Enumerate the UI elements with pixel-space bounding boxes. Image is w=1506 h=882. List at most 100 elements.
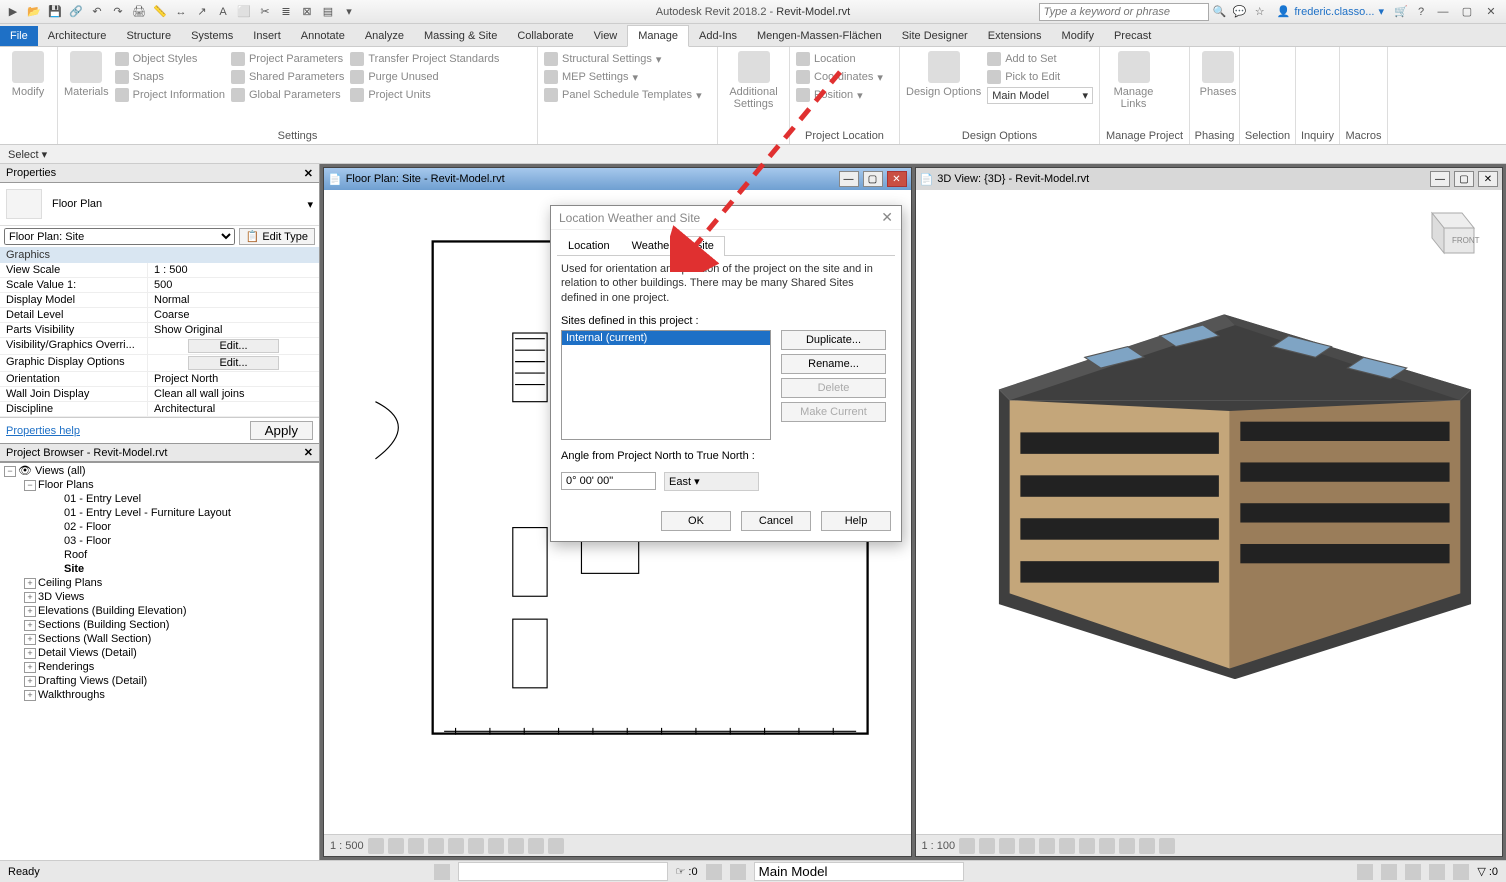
tab-weather[interactable]: Weather — [621, 236, 684, 255]
style-icon[interactable] — [408, 838, 424, 854]
cancel-button[interactable]: Cancel — [741, 511, 811, 531]
detail-icon[interactable] — [979, 838, 995, 854]
properties-close-icon[interactable]: ✕ — [304, 167, 313, 180]
view-item[interactable]: 03 - Floor — [0, 534, 319, 548]
scale-icon[interactable] — [959, 838, 975, 854]
qat-dropdown[interactable]: ▾ — [340, 3, 358, 21]
s-icon[interactable] — [1405, 864, 1421, 880]
tab-mengen[interactable]: Mengen-Massen-Flächen — [747, 26, 892, 46]
tab-sitedesigner[interactable]: Site Designer — [892, 26, 978, 46]
design-options-button[interactable]: Design Options — [906, 51, 981, 140]
transfer-standards[interactable]: Transfer Project Standards — [350, 51, 499, 67]
crop-visible-icon[interactable] — [488, 838, 504, 854]
view-minimize-button[interactable]: — — [839, 171, 859, 187]
tab-annotate[interactable]: Annotate — [291, 26, 355, 46]
expand-icon[interactable]: + — [24, 690, 36, 701]
modify-button[interactable]: Modify — [6, 51, 50, 140]
favorite-icon[interactable]: ☆ — [1251, 3, 1269, 21]
apply-button[interactable]: Apply — [250, 421, 313, 440]
tree-item[interactable]: +3D Views — [0, 590, 319, 604]
tab-insert[interactable]: Insert — [243, 26, 291, 46]
tab-architecture[interactable]: Architecture — [38, 26, 117, 46]
communicate-icon[interactable]: 💬 — [1231, 3, 1249, 21]
mep-settings[interactable]: MEP Settings ▾ — [544, 69, 702, 85]
tab-addins[interactable]: Add-Ins — [689, 26, 747, 46]
tab-site[interactable]: Site — [684, 236, 725, 256]
display-model-value[interactable]: Normal — [148, 293, 319, 307]
tab-manage[interactable]: Manage — [627, 25, 689, 47]
render-icon[interactable] — [1059, 838, 1075, 854]
expand-icon[interactable]: + — [24, 662, 36, 673]
lock-icon[interactable] — [508, 838, 524, 854]
s-icon[interactable] — [1381, 864, 1397, 880]
collapse-icon[interactable]: − — [4, 466, 16, 477]
project-units[interactable]: Project Units — [350, 87, 499, 103]
style-icon[interactable] — [999, 838, 1015, 854]
binoculars-icon[interactable]: 🔍 — [1211, 3, 1229, 21]
tree-item[interactable]: +Drafting Views (Detail) — [0, 674, 319, 688]
expand-icon[interactable]: + — [24, 676, 36, 687]
3d-canvas[interactable]: FRONT — [916, 190, 1503, 834]
exchange-icon[interactable]: 🛒 — [1392, 3, 1410, 21]
view-scale[interactable]: 1 : 500 — [330, 840, 364, 852]
s-icon[interactable] — [1357, 864, 1373, 880]
view-item[interactable]: 01 - Entry Level — [0, 492, 319, 506]
crop-visible-icon[interactable] — [1099, 838, 1115, 854]
tab-file[interactable]: File — [0, 26, 38, 46]
redo-icon[interactable]: ↷ — [109, 3, 127, 21]
tree-item[interactable]: +Walkthroughs — [0, 688, 319, 702]
duplicate-button[interactable]: Duplicate... — [781, 330, 886, 350]
expand-icon[interactable]: + — [24, 648, 36, 659]
expand-icon[interactable]: + — [24, 634, 36, 645]
shared-params[interactable]: Shared Parameters — [231, 69, 344, 85]
materials-button[interactable]: Materials — [64, 51, 109, 140]
global-params[interactable]: Global Parameters — [231, 87, 344, 103]
tab-massing[interactable]: Massing & Site — [414, 26, 507, 46]
shadow-icon[interactable] — [1039, 838, 1055, 854]
reveal-icon[interactable] — [1159, 838, 1175, 854]
tab-structure[interactable]: Structure — [116, 26, 181, 46]
filter-icon[interactable] — [706, 864, 722, 880]
expand-icon[interactable]: + — [24, 620, 36, 631]
help-button[interactable]: Help — [821, 511, 891, 531]
help-icon[interactable]: ? — [1412, 3, 1430, 21]
additional-settings-button[interactable]: Additional Settings — [724, 51, 783, 140]
open-icon[interactable]: 📂 — [25, 3, 43, 21]
tab-analyze[interactable]: Analyze — [355, 26, 414, 46]
location-button[interactable]: Location — [796, 51, 883, 67]
edit-type-button[interactable]: 📋 Edit Type — [239, 228, 315, 245]
manage-links-button[interactable]: Manage Links — [1106, 51, 1161, 140]
collapse-icon[interactable]: − — [24, 480, 36, 491]
sun-icon[interactable] — [1019, 838, 1035, 854]
minimize-button[interactable]: — — [1432, 3, 1454, 21]
text-icon[interactable]: A — [214, 3, 232, 21]
tab-collaborate[interactable]: Collaborate — [507, 26, 583, 46]
structural-settings[interactable]: Structural Settings ▾ — [544, 51, 702, 67]
sun-icon[interactable] — [428, 838, 444, 854]
panel-templates[interactable]: Panel Schedule Templates ▾ — [544, 87, 702, 103]
workset-icon[interactable] — [434, 864, 450, 880]
view-item-active[interactable]: Site — [0, 562, 319, 576]
rename-button[interactable]: Rename... — [781, 354, 886, 374]
hide-icon[interactable] — [528, 838, 544, 854]
design-option-input[interactable] — [754, 862, 964, 881]
close-view-icon[interactable]: ⊠ — [298, 3, 316, 21]
position-button[interactable]: Position ▾ — [796, 87, 883, 103]
main-model-combo[interactable]: Main Model ▾ — [987, 87, 1093, 104]
crop-icon[interactable] — [468, 838, 484, 854]
section-icon[interactable]: ✂ — [256, 3, 274, 21]
view-item[interactable]: 02 - Floor — [0, 520, 319, 534]
mp-icon1[interactable] — [1167, 51, 1183, 67]
project-browser[interactable]: −👁 Views (all) −Floor Plans 01 - Entry L… — [0, 462, 319, 860]
view-maximize-button[interactable]: ▢ — [1454, 171, 1474, 187]
expand-icon[interactable]: + — [24, 578, 36, 589]
vg-edit-button[interactable]: Edit... — [148, 338, 319, 354]
tree-item[interactable]: +Renderings — [0, 660, 319, 674]
tab-systems[interactable]: Systems — [181, 26, 243, 46]
view-item[interactable]: Roof — [0, 548, 319, 562]
thin-icon[interactable]: ≣ — [277, 3, 295, 21]
detail-level-value[interactable]: Coarse — [148, 308, 319, 322]
shadow-icon[interactable] — [448, 838, 464, 854]
crop-icon[interactable] — [1079, 838, 1095, 854]
view-close-button[interactable]: ✕ — [887, 171, 907, 187]
